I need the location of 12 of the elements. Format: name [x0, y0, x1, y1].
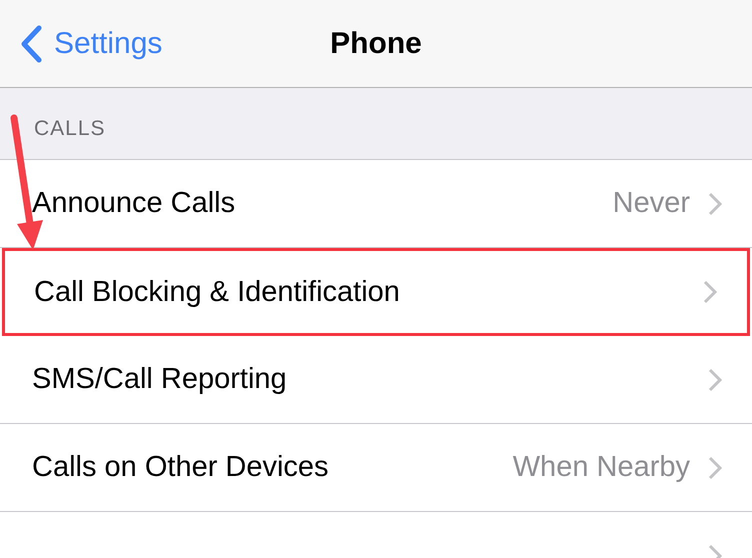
- chevron-right-icon: [703, 280, 717, 304]
- chevron-right-icon: [708, 368, 722, 392]
- row-label: SMS/Call Reporting: [32, 363, 288, 396]
- row-label: Calls on Other Devices: [32, 451, 330, 484]
- row-label: Call Blocking & Identification: [34, 276, 401, 308]
- chevron-right-icon: [708, 192, 722, 216]
- row-label: Announce Calls: [32, 187, 236, 220]
- screen-title: Phone: [330, 26, 422, 60]
- settings-row[interactable]: Call Blocking & Identification: [2, 248, 750, 336]
- chevron-right-icon: [708, 456, 722, 480]
- section-header: CALLS: [34, 117, 106, 141]
- chevron-left-icon: [20, 24, 42, 62]
